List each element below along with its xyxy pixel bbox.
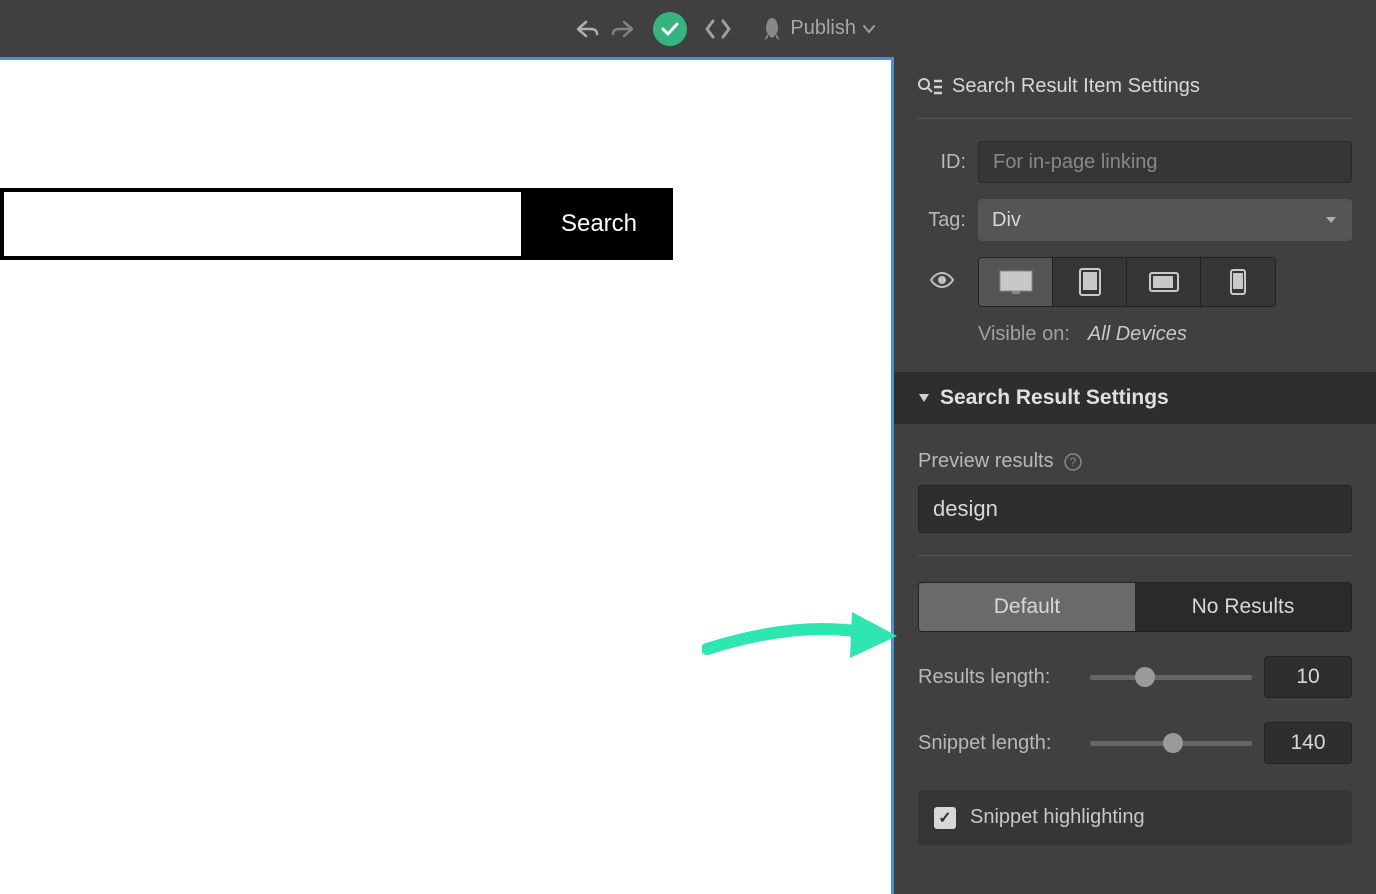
search-button-label: Search [561,210,637,238]
results-length-label: Results length: [918,666,1078,689]
tablet-landscape-icon [1148,271,1180,293]
search-results-icon [918,78,942,96]
toggle-default[interactable]: Default [919,583,1135,631]
snippet-highlighting-label: Snippet highlighting [970,806,1145,829]
tag-value: Div [992,209,1021,232]
panel-header: Search Result Item Settings [918,75,1352,119]
redo-button[interactable] [598,0,646,57]
snippet-length-value[interactable]: 140 [1264,722,1352,764]
device-mobile[interactable] [1201,258,1275,306]
status-check-button[interactable] [646,0,694,57]
state-toggle: Default No Results [918,582,1352,632]
desktop-icon [998,269,1034,295]
rocket-icon [760,16,784,42]
section-header[interactable]: Search Result Settings [894,372,1376,424]
publish-label: Publish [790,17,856,40]
snippet-length-label: Snippet length: [918,732,1078,755]
visible-on-label: Visible on: [978,323,1070,346]
id-input[interactable] [978,141,1352,183]
snippet-length-slider[interactable] [1090,741,1252,746]
section-title: Search Result Settings [940,386,1169,410]
results-length-slider[interactable] [1090,675,1252,680]
toggle-no-results[interactable]: No Results [1135,583,1351,631]
publish-button[interactable]: Publish [742,0,894,57]
canvas[interactable]: Search [0,57,894,894]
mobile-icon [1229,268,1247,296]
side-panel: Search Result Item Settings ID: Tag: Div [894,0,1376,894]
checkbox[interactable]: ✓ [934,807,956,829]
triangle-down-icon [918,393,930,403]
chevron-down-icon [1324,215,1338,225]
search-button[interactable]: Search [525,188,673,260]
panel-title: Search Result Item Settings [952,75,1200,98]
tablet-icon [1078,267,1102,297]
slider-thumb[interactable] [1163,733,1183,753]
chevron-down-icon [862,24,876,34]
visible-on-value: All Devices [1088,323,1187,346]
tag-select[interactable]: Div [978,199,1352,241]
id-label: ID: [918,151,966,174]
preview-label: Preview results [918,450,1054,473]
visibility-icon [918,271,966,294]
device-desktop[interactable] [979,258,1053,306]
device-tablet-landscape[interactable] [1127,258,1201,306]
check-icon [653,12,687,46]
search-input[interactable] [0,188,525,260]
device-tablet[interactable] [1053,258,1127,306]
snippet-highlighting-row[interactable]: ✓ Snippet highlighting [918,790,1352,845]
slider-thumb[interactable] [1135,667,1155,687]
results-length-value[interactable]: 10 [1264,656,1352,698]
tag-label: Tag: [918,209,966,232]
help-icon[interactable]: ? [1064,453,1082,471]
code-button[interactable] [694,0,742,57]
preview-input[interactable] [918,485,1352,533]
svg-text:?: ? [1069,455,1076,469]
search-widget: Search [0,188,673,260]
